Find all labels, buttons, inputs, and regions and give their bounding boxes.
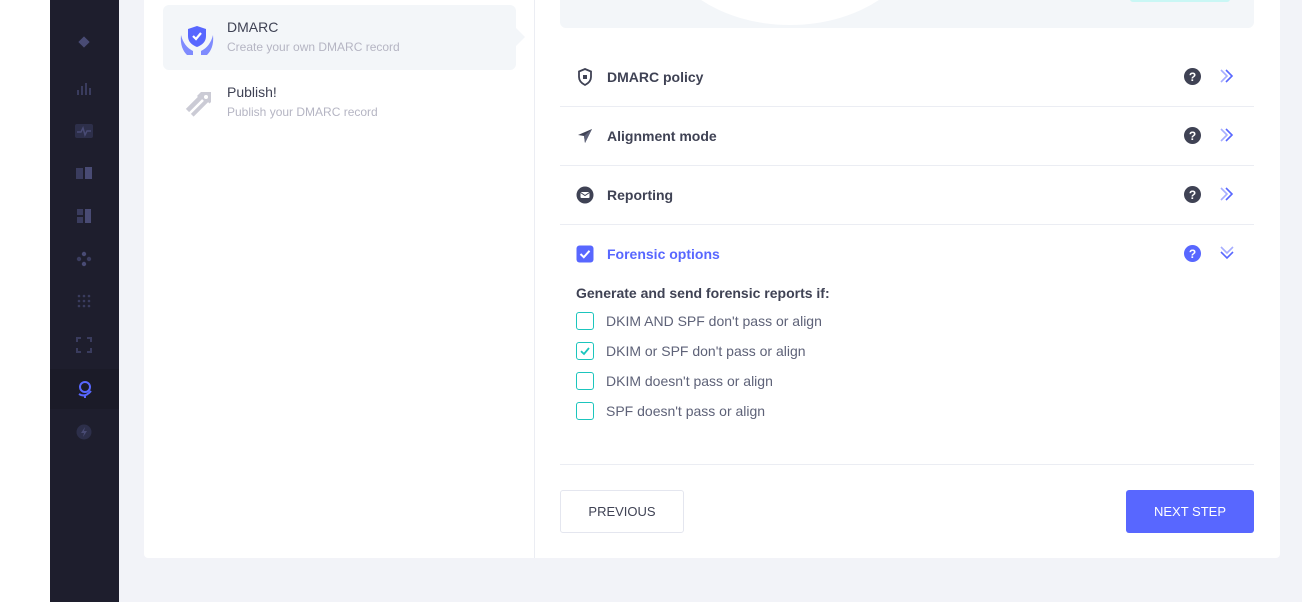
compass-icon (578, 129, 592, 143)
record-preview-box (560, 0, 1254, 28)
nodes-icon (76, 251, 92, 267)
accordion-alignment-mode[interactable]: Alignment mode ? (560, 107, 1254, 166)
sidebar-item-bolt[interactable] (74, 422, 94, 442)
sidebar-item-grid[interactable] (74, 291, 94, 311)
wizard-divider (534, 0, 535, 558)
shield-hands-icon (180, 26, 214, 55)
accordion-reporting[interactable]: Reporting ? (560, 166, 1254, 225)
checkbox[interactable] (576, 372, 594, 390)
checkbox[interactable] (576, 402, 594, 420)
step-title: Publish! (227, 84, 277, 100)
active-step-pointer (516, 28, 525, 46)
sidebar-item-charts[interactable] (74, 79, 94, 99)
checkbox[interactable] (576, 312, 594, 330)
sidebar-item-diamond[interactable] (74, 32, 94, 52)
tag-stripes-icon (182, 92, 211, 120)
chevron-down-icon[interactable] (1218, 244, 1236, 262)
chevron-right-icon[interactable] (1218, 126, 1236, 144)
forensic-option-dkim-fail[interactable]: DKIM doesn't pass or align (576, 371, 773, 391)
accordion-label: Reporting (607, 187, 674, 203)
forensic-heading: Generate and send forensic reports if: (576, 285, 830, 301)
sidebar-item-layout[interactable] (74, 206, 94, 226)
book-icon (76, 167, 92, 179)
checkbox-checked[interactable] (576, 342, 594, 360)
globe-icon (77, 381, 92, 398)
sidebar-item-nodes[interactable] (74, 249, 94, 269)
option-label: DKIM or SPF don't pass or align (606, 343, 806, 359)
sidebar-nav (50, 0, 119, 602)
help-icon[interactable]: ? (1184, 186, 1201, 203)
grid-dots-icon (77, 294, 91, 308)
actions-divider (560, 464, 1254, 465)
sidebar-item-scan[interactable] (74, 335, 94, 355)
page-left-margin (0, 0, 50, 602)
bar-chart-icon (77, 83, 91, 95)
accordion-label: Forensic options (607, 246, 720, 262)
layout-icon (77, 209, 91, 223)
forensic-option-spf-fail[interactable]: SPF doesn't pass or align (576, 401, 765, 421)
step-description: Publish your DMARC record (227, 105, 378, 119)
option-label: DKIM doesn't pass or align (606, 373, 773, 389)
sidebar-item-activity[interactable] (74, 121, 94, 141)
scan-icon (76, 337, 92, 353)
option-label: SPF doesn't pass or align (606, 403, 766, 419)
mail-circle-icon (576, 186, 594, 204)
forensic-option-dkim-and-spf[interactable]: DKIM AND SPF don't pass or align (576, 311, 822, 331)
sidebar-item-globe[interactable] (50, 369, 119, 409)
shield-icon (578, 68, 592, 86)
checkbox-checked-icon (576, 245, 594, 263)
help-icon[interactable]: ? (1184, 127, 1201, 144)
previous-button[interactable]: PREVIOUS (560, 490, 684, 533)
help-icon[interactable]: ? (1184, 68, 1201, 85)
help-icon[interactable]: ? (1184, 245, 1201, 262)
forensic-option-dkim-or-spf[interactable]: DKIM or SPF don't pass or align (576, 341, 806, 361)
checkmark-icon (580, 347, 590, 356)
chevron-right-icon[interactable] (1218, 185, 1236, 203)
accordion-label: Alignment mode (607, 128, 717, 144)
step-title: DMARC (227, 19, 279, 35)
pulse-icon (75, 124, 93, 138)
sidebar-item-book[interactable] (74, 163, 94, 183)
accordion-label: DMARC policy (607, 69, 704, 85)
chevron-right-icon[interactable] (1218, 67, 1236, 85)
step-description: Create your own DMARC record (227, 40, 400, 54)
option-label: DKIM AND SPF don't pass or align (606, 313, 822, 329)
accordion-dmarc-policy[interactable]: DMARC policy ? (560, 48, 1254, 107)
step-dmarc[interactable]: DMARC Create your own DMARC record (163, 5, 525, 70)
accordion-forensic-options[interactable]: Forensic options ? (560, 225, 1254, 284)
diamond-icon (78, 36, 90, 48)
next-step-button[interactable]: NEXT STEP (1126, 490, 1254, 533)
bolt-icon (76, 424, 92, 440)
preview-highlight (660, 0, 920, 25)
step-publish[interactable]: Publish! Publish your DMARC record (163, 70, 516, 135)
status-pill (1130, 0, 1230, 2)
